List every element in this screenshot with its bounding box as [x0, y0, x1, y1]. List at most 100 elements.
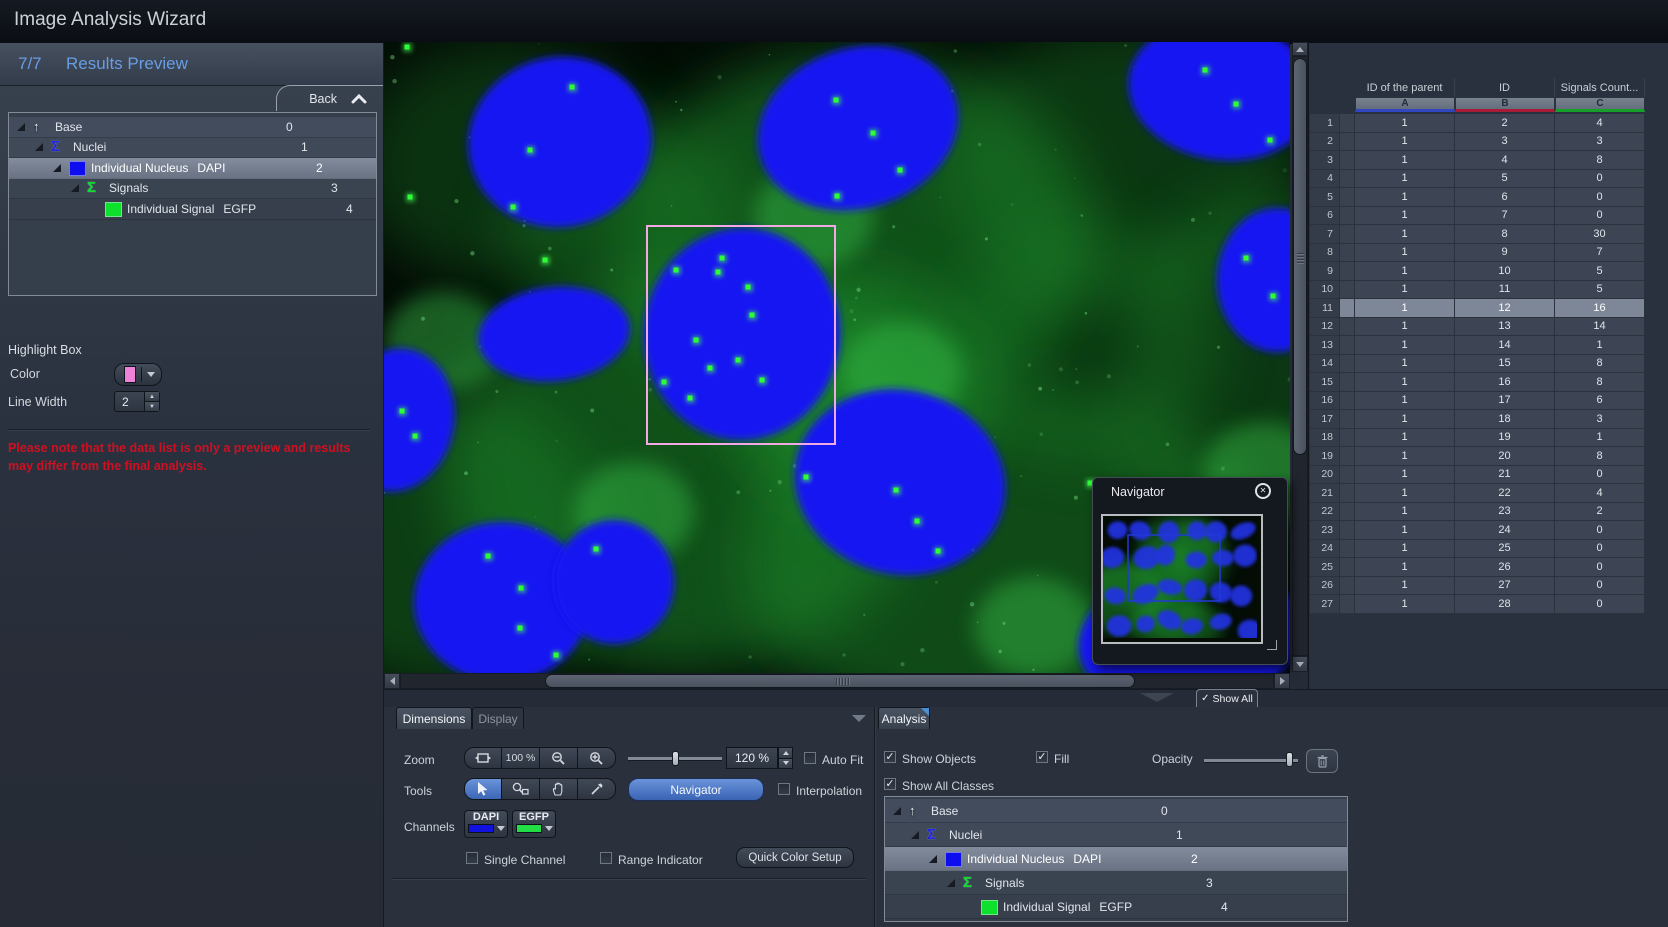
tree-row-signals[interactable]: ΣSignals3 — [9, 179, 376, 200]
resize-handle[interactable] — [1267, 640, 1277, 650]
row-selector[interactable] — [1340, 151, 1355, 170]
zoom-region-tool-button[interactable] — [502, 778, 540, 800]
navigator-thumbnail[interactable] — [1101, 514, 1263, 644]
table-row-22[interactable]: 221232 — [1310, 503, 1645, 522]
expander-icon[interactable] — [71, 184, 79, 192]
line-width-up-button[interactable]: ▲ — [145, 392, 159, 401]
tab-display[interactable]: Display — [472, 707, 524, 729]
table-row-14[interactable]: 141158 — [1310, 355, 1645, 374]
table-row-11[interactable]: 1111216 — [1310, 299, 1645, 318]
row-selector[interactable] — [1340, 355, 1355, 374]
row-selector[interactable] — [1340, 447, 1355, 466]
table-row-9[interactable]: 91105 — [1310, 262, 1645, 281]
navigator-button[interactable]: Navigator — [628, 778, 764, 801]
table-row-19[interactable]: 191208 — [1310, 447, 1645, 466]
table-row-17[interactable]: 171183 — [1310, 410, 1645, 429]
table-letter-header-b[interactable]: B — [1455, 97, 1555, 112]
table-row-26[interactable]: 261270 — [1310, 577, 1645, 596]
quick-color-setup-button[interactable]: Quick Color Setup — [736, 847, 854, 868]
table-row-20[interactable]: 201210 — [1310, 466, 1645, 485]
channel-egfp-button[interactable]: EGFP — [512, 810, 556, 838]
row-selector[interactable] — [1340, 244, 1355, 263]
table-row-23[interactable]: 231240 — [1310, 521, 1645, 540]
tree-row-base[interactable]: ↑Base0 — [9, 117, 376, 138]
tree-row-individual-signal[interactable]: Individual SignalEGFP4 — [9, 199, 376, 220]
select-tool-button[interactable] — [464, 778, 502, 800]
tree-row-nuclei[interactable]: ΣNuclei1 — [9, 138, 376, 159]
row-selector[interactable] — [1340, 484, 1355, 503]
fit-view-button[interactable] — [464, 747, 502, 769]
tree-row-base[interactable]: ↑Base0 — [885, 799, 1347, 823]
row-selector[interactable] — [1340, 262, 1355, 281]
table-row-4[interactable]: 4150 — [1310, 170, 1645, 189]
pan-tool-button[interactable] — [540, 778, 578, 800]
row-selector[interactable] — [1340, 133, 1355, 152]
range-indicator-checkbox[interactable] — [600, 852, 612, 864]
row-selector[interactable] — [1340, 521, 1355, 540]
expander-icon[interactable] — [53, 164, 61, 172]
tree-row-individual-nucleus[interactable]: Individual NucleusDAPI2 — [885, 847, 1347, 871]
table-row-24[interactable]: 241250 — [1310, 540, 1645, 559]
table-row-1[interactable]: 1124 — [1310, 114, 1645, 133]
row-selector[interactable] — [1340, 577, 1355, 596]
expander-icon[interactable] — [947, 879, 955, 887]
zoom-up-button[interactable] — [778, 747, 793, 759]
row-selector[interactable] — [1340, 299, 1355, 318]
row-selector[interactable] — [1340, 466, 1355, 485]
table-letter-header-a[interactable]: A — [1355, 97, 1455, 112]
table-row-12[interactable]: 1211314 — [1310, 318, 1645, 337]
row-selector[interactable] — [1340, 429, 1355, 448]
row-selector[interactable] — [1340, 392, 1355, 411]
row-selector[interactable] — [1340, 114, 1355, 133]
line-width-down-button[interactable]: ▼ — [145, 401, 159, 411]
scroll-right-button[interactable] — [1274, 673, 1290, 689]
row-selector[interactable] — [1340, 503, 1355, 522]
navigator-window[interactable]: Navigator ✕ — [1092, 477, 1288, 665]
tree-row-individual-nucleus[interactable]: Individual NucleusDAPI2 — [9, 158, 376, 179]
table-row-21[interactable]: 211224 — [1310, 484, 1645, 503]
table-row-10[interactable]: 101115 — [1310, 281, 1645, 300]
close-icon[interactable]: ✕ — [1255, 483, 1271, 499]
show-objects-checkbox[interactable]: ✓ — [884, 751, 896, 763]
channel-dapi-button[interactable]: DAPI — [464, 810, 508, 838]
interpolation-checkbox[interactable] — [778, 783, 790, 795]
opacity-slider-thumb[interactable] — [1286, 752, 1293, 767]
collapse-caret-icon[interactable] — [1140, 693, 1174, 702]
table-row-6[interactable]: 6170 — [1310, 207, 1645, 226]
row-selector[interactable] — [1340, 558, 1355, 577]
table-row-13[interactable]: 131141 — [1310, 336, 1645, 355]
row-selector[interactable] — [1340, 318, 1355, 337]
zoom-100-button[interactable]: 100 % — [502, 747, 540, 769]
table-row-5[interactable]: 5160 — [1310, 188, 1645, 207]
vertical-scrollbar-thumb[interactable] — [1293, 58, 1307, 455]
show-all-toggle[interactable]: ✓ Show All — [1196, 689, 1258, 707]
zoom-down-button[interactable] — [778, 759, 793, 770]
horizontal-scrollbar-thumb[interactable] — [545, 674, 1135, 688]
fill-checkbox[interactable]: ✓ — [1036, 751, 1048, 763]
opacity-slider-track[interactable] — [1204, 759, 1298, 763]
row-selector[interactable] — [1340, 373, 1355, 392]
row-selector[interactable] — [1340, 188, 1355, 207]
table-row-25[interactable]: 251260 — [1310, 558, 1645, 577]
table-letter-header-c[interactable]: C — [1555, 97, 1645, 112]
table-row-15[interactable]: 151168 — [1310, 373, 1645, 392]
expander-icon[interactable] — [929, 855, 937, 863]
delete-regions-button[interactable] — [1306, 749, 1338, 773]
expander-icon[interactable] — [35, 143, 43, 151]
expander-icon[interactable] — [911, 831, 919, 839]
back-button[interactable]: Back — [276, 85, 383, 111]
single-channel-checkbox[interactable] — [466, 852, 478, 864]
tab-analysis[interactable]: Analysis — [878, 707, 930, 729]
table-column-header-id[interactable]: ID — [1455, 78, 1555, 97]
show-all-classes-checkbox[interactable]: ✓ — [884, 778, 896, 790]
row-selector[interactable] — [1340, 595, 1355, 614]
zoom-in-button[interactable] — [578, 747, 616, 769]
tree-row-nuclei[interactable]: ΣNuclei1 — [885, 823, 1347, 847]
tree-row-individual-signal[interactable]: Individual SignalEGFP4 — [885, 895, 1347, 919]
auto-fit-checkbox[interactable] — [804, 752, 816, 764]
scroll-down-button[interactable] — [1292, 656, 1308, 672]
line-width-stepper[interactable]: 2 ▲ ▼ — [114, 391, 160, 412]
zoom-slider-thumb[interactable] — [672, 751, 679, 766]
table-row-8[interactable]: 8197 — [1310, 244, 1645, 263]
table-row-7[interactable]: 71830 — [1310, 225, 1645, 244]
